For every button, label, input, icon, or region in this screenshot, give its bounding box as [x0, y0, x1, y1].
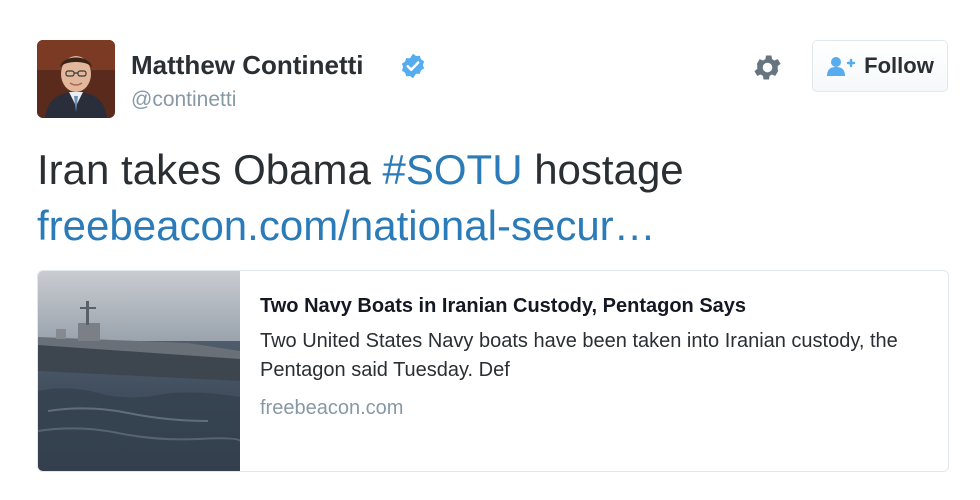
verified-badge-icon — [401, 53, 425, 79]
card-body: Two Navy Boats in Iranian Custody, Penta… — [260, 293, 930, 420]
tweet-text: Iran takes Obama #SOTU hostage freebeaco… — [37, 142, 957, 254]
author-handle[interactable]: @continetti — [131, 88, 236, 112]
card-image-navy-ship — [38, 271, 240, 471]
avatar[interactable] — [37, 40, 115, 118]
link-preview-card[interactable]: Two Navy Boats in Iranian Custody, Penta… — [37, 270, 949, 472]
card-description: Two United States Navy boats have been t… — [260, 330, 898, 381]
user-plus-icon — [827, 57, 856, 76]
tweet-text-suffix: hostage — [522, 146, 684, 193]
card-domain: freebeacon.com — [260, 397, 404, 419]
follow-label: Follow — [864, 53, 934, 78]
gear-icon[interactable] — [751, 51, 784, 84]
follow-button[interactable]: Follow — [812, 40, 948, 92]
tweet-text-prefix: Iran takes Obama — [37, 146, 383, 193]
avatar-photo — [37, 40, 115, 118]
card-title[interactable]: Two Navy Boats in Iranian Custody, Penta… — [260, 293, 930, 319]
hashtag-link[interactable]: #SOTU — [383, 146, 523, 193]
tweet-url-link[interactable]: freebeacon.com/national-secur… — [37, 202, 656, 249]
author-name[interactable]: Matthew Continetti — [131, 50, 364, 81]
